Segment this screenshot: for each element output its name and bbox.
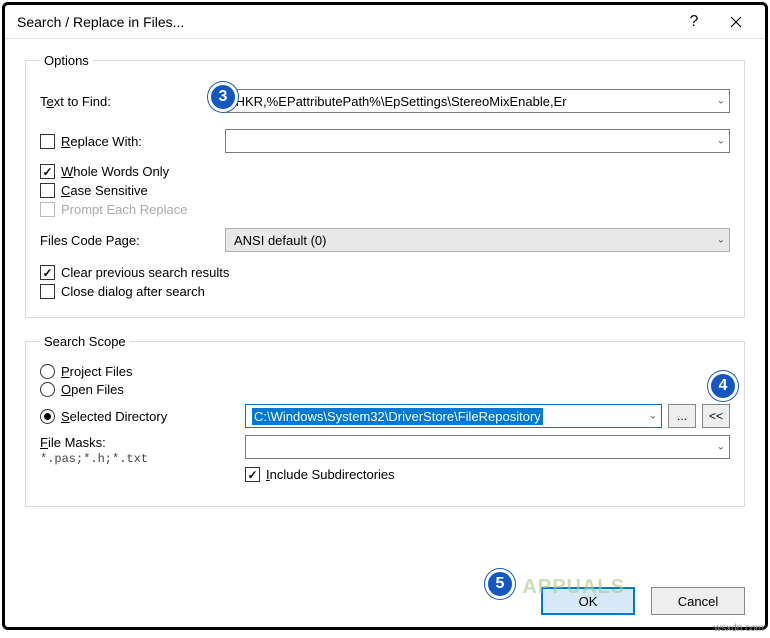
- options-legend: Options: [40, 53, 93, 68]
- chevron-down-icon: ⌄: [649, 411, 657, 422]
- replace-with-input[interactable]: ⌄: [225, 129, 730, 153]
- chevron-down-icon: ⌄: [717, 235, 725, 246]
- project-files-label: Project Files: [61, 364, 133, 379]
- whole-words-checkbox[interactable]: [40, 164, 55, 179]
- file-masks-label: File Masks:: [40, 435, 245, 450]
- close-after-checkbox[interactable]: [40, 284, 55, 299]
- clear-prev-label: Clear previous search results: [61, 265, 229, 280]
- replace-with-label: Replace With:: [40, 134, 225, 149]
- open-files-label: Open Files: [61, 382, 124, 397]
- options-group: Options 3 Text to Find: ;HKR,%EPattribut…: [25, 53, 745, 318]
- clear-prev-checkbox[interactable]: [40, 265, 55, 280]
- scope-group: Search Scope Project Files Open Files 4 …: [25, 334, 745, 507]
- text-to-find-input[interactable]: ;HKR,%EPattributePath%\EpSettings\Stereo…: [225, 89, 730, 113]
- project-files-radio[interactable]: [40, 364, 55, 379]
- step-badge-4: 4: [708, 371, 738, 401]
- file-masks-hint: *.pas;*.h;*.txt: [40, 452, 245, 466]
- code-page-select[interactable]: ANSI default (0) ⌄: [225, 228, 730, 252]
- whole-words-label: Whole Words Only: [61, 164, 169, 179]
- file-masks-input[interactable]: ⌄: [245, 435, 730, 459]
- selected-directory-radio[interactable]: [40, 409, 55, 424]
- chevron-down-icon: ⌄: [717, 96, 725, 107]
- include-subdirs-label: Include Subdirectories: [266, 467, 395, 482]
- brand-watermark: APPUALS: [522, 576, 625, 599]
- include-subdirs-checkbox[interactable]: [245, 467, 260, 482]
- step-badge-3: 3: [208, 82, 238, 112]
- case-sensitive-label: Case Sensitive: [61, 183, 148, 198]
- case-sensitive-checkbox[interactable]: [40, 183, 55, 198]
- browse-button[interactable]: ...: [668, 404, 696, 428]
- prompt-each-label: Prompt Each Replace: [61, 202, 187, 217]
- chevron-down-icon: ⌄: [717, 442, 725, 453]
- directory-input[interactable]: C:\Windows\System32\DriverStore\FileRepo…: [245, 404, 662, 428]
- open-files-radio[interactable]: [40, 382, 55, 397]
- collapse-button[interactable]: <<: [702, 404, 730, 428]
- text-to-find-label: Text to Find:: [40, 94, 225, 109]
- step-badge-5: 5: [485, 569, 515, 599]
- close-icon: [730, 16, 742, 28]
- window-title: Search / Replace in Files...: [17, 14, 673, 30]
- cancel-button[interactable]: Cancel: [651, 587, 745, 615]
- close-button[interactable]: [715, 7, 757, 37]
- scope-legend: Search Scope: [40, 334, 130, 349]
- help-button[interactable]: ?: [673, 7, 715, 37]
- source-watermark: wsxdn.com: [714, 623, 764, 634]
- chevron-down-icon: ⌄: [717, 136, 725, 147]
- prompt-each-checkbox: [40, 202, 55, 217]
- titlebar: Search / Replace in Files... ?: [5, 5, 765, 39]
- replace-with-toggle[interactable]: [40, 134, 55, 149]
- selected-directory-label: Selected Directory: [61, 409, 167, 424]
- code-page-label: Files Code Page:: [40, 233, 225, 248]
- close-after-label: Close dialog after search: [61, 284, 205, 299]
